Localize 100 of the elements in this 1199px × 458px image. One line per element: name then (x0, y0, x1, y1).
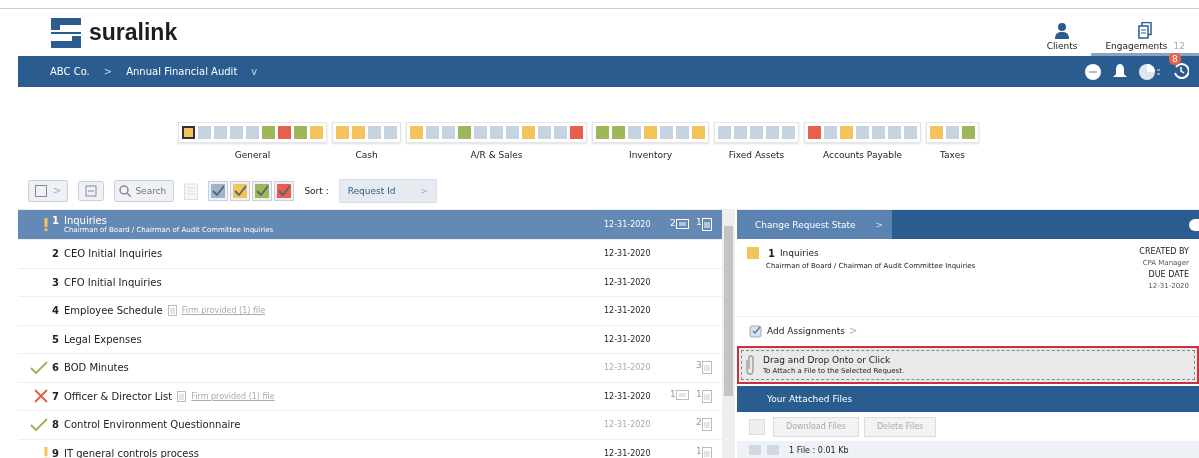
status-swatch[interactable] (946, 126, 959, 139)
file-count: 2 (696, 418, 702, 427)
status-swatch[interactable] (644, 126, 657, 139)
request-row[interactable]: 3 CFO Initial Inquiries 12-31-2020 (18, 268, 722, 297)
document-icon[interactable] (701, 418, 712, 432)
category-label[interactable]: Fixed Assets (728, 150, 785, 160)
collapse-button[interactable] (78, 180, 105, 201)
status-swatch[interactable] (840, 126, 853, 139)
filter-checkbox[interactable] (274, 180, 295, 201)
status-swatch[interactable] (384, 126, 397, 139)
filter-checkbox[interactable] (252, 180, 273, 201)
category-label[interactable]: A/R & Sales (470, 150, 523, 160)
file-count: 1 (696, 446, 702, 455)
status-swatch[interactable] (718, 126, 731, 139)
request-number: 1 (52, 215, 59, 226)
status-swatch[interactable] (522, 126, 535, 139)
request-number: 9 (52, 447, 59, 458)
status-swatch[interactable] (368, 126, 381, 139)
status-swatch[interactable] (246, 126, 259, 139)
status-swatch[interactable] (872, 126, 885, 139)
status-swatch[interactable] (506, 126, 519, 139)
list-icon[interactable] (184, 181, 199, 200)
status-swatch[interactable] (474, 126, 487, 139)
request-number: 1 (768, 247, 775, 259)
status-swatch[interactable] (856, 126, 869, 139)
caret-icon[interactable]: v (251, 66, 258, 77)
status-swatch[interactable] (750, 126, 763, 139)
comment-icon[interactable] (675, 218, 689, 231)
due-date: 12-31-2020 (604, 220, 652, 229)
status-swatch[interactable] (766, 126, 779, 139)
filter-checkbox[interactable] (208, 180, 229, 201)
status-swatch[interactable] (660, 126, 673, 139)
status-swatch[interactable] (310, 126, 323, 139)
status-swatch[interactable] (182, 126, 195, 139)
status-swatch[interactable] (888, 126, 901, 139)
status-swatch[interactable] (262, 126, 275, 139)
category-label[interactable]: General (234, 150, 271, 160)
category-label[interactable]: Taxes (940, 150, 965, 160)
status-swatch[interactable] (410, 126, 423, 139)
status-swatch[interactable] (214, 126, 227, 139)
status-swatch[interactable] (458, 126, 471, 139)
category-label[interactable]: Accounts Payable (823, 150, 902, 160)
change-state-tab[interactable]: Change Request State > (737, 210, 892, 240)
category-label[interactable]: Cash (355, 150, 378, 160)
comment-count: 2 (670, 218, 676, 227)
checkbox[interactable] (749, 418, 765, 435)
status-swatch[interactable] (692, 126, 705, 139)
status-swatch[interactable] (628, 126, 641, 139)
filter-checkbox[interactable] (230, 180, 251, 201)
status-swatch[interactable] (198, 126, 211, 139)
status-swatch[interactable] (734, 126, 747, 139)
document-icon[interactable] (701, 389, 712, 403)
request-row[interactable]: 4 Employee Schedule Firm provided (1) file 12-31-2020 (18, 297, 722, 326)
chat-icon[interactable] (1085, 63, 1101, 80)
status-swatch[interactable] (538, 126, 551, 139)
status-swatch[interactable] (808, 126, 821, 139)
status-swatch[interactable] (904, 126, 917, 139)
status-swatch[interactable] (442, 126, 455, 139)
bell-icon[interactable] (1113, 64, 1127, 79)
client-link[interactable]: ABC Co. (50, 66, 90, 77)
scrollbar[interactable] (722, 210, 735, 458)
engagement-link[interactable]: Annual Financial Audit (126, 66, 238, 77)
category-label[interactable]: Inventory (629, 150, 672, 160)
status-swatch[interactable] (490, 126, 503, 139)
request-number: 8 (52, 419, 59, 431)
request-row[interactable]: 7 Officer & Director List Firm provided (1) file 12-31-2020 1 1 (18, 382, 722, 411)
cross-icon (34, 389, 48, 404)
request-title: Control Environment Questionnaire (63, 419, 241, 431)
toggle-icon[interactable] (1189, 218, 1199, 231)
sort-dropdown[interactable]: Request Id > (338, 178, 437, 203)
document-icon[interactable] (701, 361, 712, 375)
request-title: Inquiries (63, 215, 107, 226)
status-swatch[interactable] (962, 126, 975, 139)
nav-tab[interactable]: Clients (1032, 9, 1092, 56)
status-swatch[interactable] (612, 126, 625, 139)
status-swatch[interactable] (352, 126, 365, 139)
history-icon[interactable] (1173, 62, 1189, 79)
document-icon (177, 390, 187, 402)
document-icon[interactable] (701, 446, 712, 458)
request-row[interactable]: 8 Control Environment Questionnaire 12-31-2020 2 (18, 411, 722, 440)
pie-chart-icon[interactable] (1139, 63, 1161, 80)
status-swatch[interactable] (294, 126, 307, 139)
status-swatch[interactable] (676, 126, 689, 139)
status-swatch[interactable] (824, 126, 837, 139)
search-field[interactable]: Search (114, 179, 175, 202)
status-swatch[interactable] (230, 126, 243, 139)
request-row[interactable]: 6 BOD Minutes 12-31-2020 3 (18, 354, 722, 383)
add-assignments-link[interactable]: Add Assignments (767, 325, 845, 336)
request-row[interactable]: 2 CEO Initial Inquiries 12-31-2020 (18, 240, 722, 269)
status-swatch[interactable] (570, 126, 583, 139)
status-swatch[interactable] (554, 126, 567, 139)
request-row[interactable]: 5 Legal Expenses 12-31-2020 (18, 325, 722, 354)
status-swatch[interactable] (426, 126, 439, 139)
request-title: IT general controls process (63, 447, 199, 458)
status-swatch[interactable] (336, 126, 349, 139)
status-swatch[interactable] (278, 126, 291, 139)
comment-icon[interactable] (675, 390, 689, 403)
status-swatch[interactable] (930, 126, 943, 139)
status-swatch[interactable] (596, 126, 609, 139)
status-swatch[interactable] (782, 126, 795, 139)
